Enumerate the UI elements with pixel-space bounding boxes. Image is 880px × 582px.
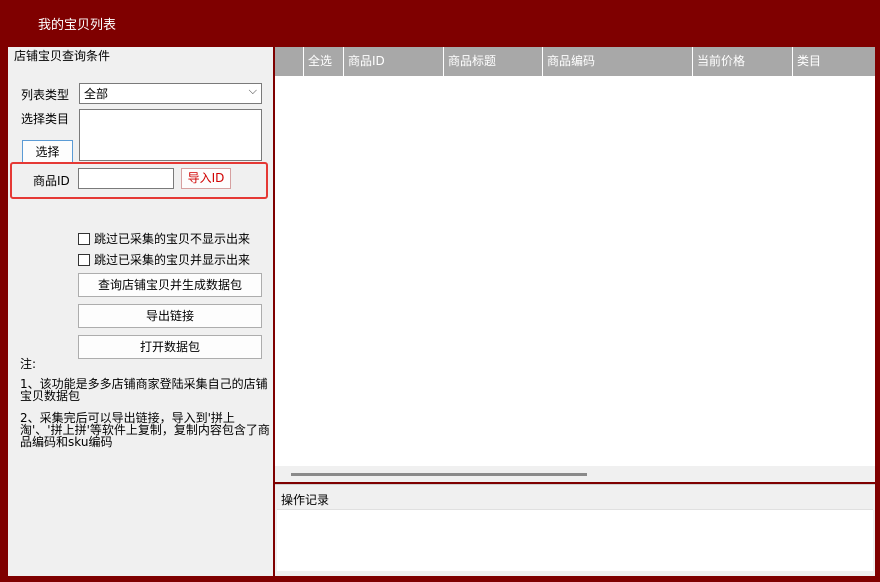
log-textbox[interactable] bbox=[277, 509, 873, 571]
scrollbar-thumb[interactable] bbox=[291, 473, 587, 476]
window-title: 我的宝贝列表 bbox=[38, 18, 117, 33]
checkbox-box[interactable] bbox=[78, 232, 90, 245]
chevron-down-icon: ⌵ bbox=[248, 84, 257, 97]
checkbox-box[interactable] bbox=[78, 253, 90, 266]
category-listbox[interactable] bbox=[79, 109, 262, 161]
grid-header: 全选 商品ID 商品标题 商品编码 当前价格 类目 bbox=[275, 47, 875, 76]
column-header-price[interactable]: 当前价格 bbox=[693, 47, 793, 76]
highlight-box bbox=[10, 162, 268, 199]
export-links-button[interactable]: 导出链接 bbox=[78, 304, 262, 328]
column-header-code[interactable]: 商品编码 bbox=[543, 47, 693, 76]
notes-heading: 注: bbox=[20, 357, 37, 371]
category-label: 选择类目 bbox=[21, 112, 70, 126]
open-package-button[interactable]: 打开数据包 bbox=[78, 335, 262, 359]
query-generate-button[interactable]: 查询店铺宝贝并生成数据包 bbox=[78, 273, 262, 297]
skip-hide-label: 跳过已采集的宝贝不显示出来 bbox=[94, 232, 251, 246]
horizontal-scrollbar[interactable] bbox=[275, 466, 875, 482]
query-panel: 店铺宝贝查询条件 列表类型 全部 ⌵ 选择类目 选择 商品ID 导入ID 跳过已… bbox=[8, 47, 273, 576]
skip-hide-checkbox[interactable]: 跳过已采集的宝贝不显示出来 bbox=[78, 230, 250, 247]
query-group-title: 店铺宝贝查询条件 bbox=[14, 49, 111, 63]
title-bar: 我的宝贝列表 bbox=[0, 0, 880, 44]
list-type-select[interactable]: 全部 ⌵ bbox=[79, 83, 262, 104]
product-grid[interactable]: 全选 商品ID 商品标题 商品编码 当前价格 类目 bbox=[275, 47, 875, 467]
select-category-button[interactable]: 选择 bbox=[22, 140, 73, 164]
column-header-category[interactable]: 类目 bbox=[793, 47, 875, 76]
list-type-label: 列表类型 bbox=[21, 88, 70, 102]
column-header-product-id[interactable]: 商品ID bbox=[344, 47, 444, 76]
skip-show-checkbox[interactable]: 跳过已采集的宝贝并显示出来 bbox=[78, 251, 250, 268]
log-title: 操作记录 bbox=[281, 493, 330, 507]
row-header-cell bbox=[275, 47, 304, 76]
skip-show-label: 跳过已采集的宝贝并显示出来 bbox=[94, 253, 251, 267]
log-panel: 操作记录 bbox=[275, 484, 875, 576]
column-header-title[interactable]: 商品标题 bbox=[444, 47, 543, 76]
notes-line-1: 1、该功能是多多店铺商家登陆采集自己的店铺宝贝数据包 bbox=[20, 377, 268, 403]
column-header-select-all[interactable]: 全选 bbox=[304, 47, 344, 76]
notes-line-2: 2、采集完后可以导出链接，导入到'拼上淘'、'拼上拼'等软件上复制，复制内容包含… bbox=[20, 411, 270, 449]
list-type-value: 全部 bbox=[84, 87, 109, 101]
